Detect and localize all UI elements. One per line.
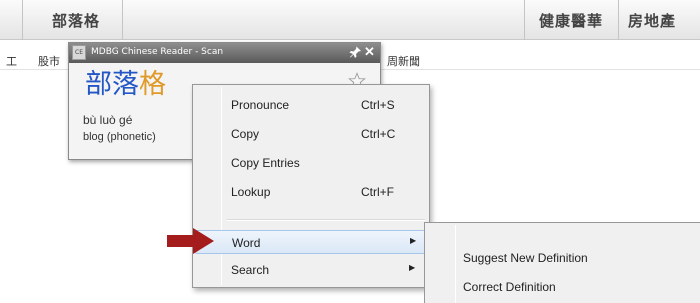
menu-item-word[interactable]: Word ▶ bbox=[195, 230, 427, 254]
menu-item-shortcut: Ctrl+F bbox=[361, 185, 394, 199]
pin-icon[interactable] bbox=[349, 46, 362, 59]
popup-title: MDBG Chinese Reader - Scan bbox=[91, 47, 224, 57]
red-arrow-icon bbox=[167, 228, 214, 254]
menu-item-label: Search bbox=[231, 263, 270, 277]
pinyin-text: bù luò gé bbox=[83, 113, 133, 127]
definition-text: blog (phonetic) bbox=[83, 131, 156, 143]
context-menu: Pronounce Ctrl+S Copy Ctrl+C Copy Entrie… bbox=[192, 84, 430, 288]
menu-item-label: Copy Entries bbox=[231, 156, 300, 170]
submenu-arrow-icon: ▶ bbox=[410, 236, 417, 245]
submenu-item-correct-definition[interactable]: Correct Definition bbox=[463, 280, 556, 294]
menu-item-label: Pronounce bbox=[231, 98, 290, 112]
nav-link-stock[interactable]: 股市 bbox=[38, 53, 60, 69]
menu-item-label: Copy bbox=[231, 127, 260, 141]
close-icon[interactable]: ✕ bbox=[363, 45, 376, 58]
submenu-item-suggest-definition[interactable]: Suggest New Definition bbox=[463, 251, 588, 265]
menu-item-label: Word bbox=[232, 236, 261, 250]
nav-link-fragment[interactable]: 工 bbox=[6, 53, 17, 69]
headword-part-blue: 部落 bbox=[85, 69, 139, 100]
popup-title-bar[interactable]: CE MDBG Chinese Reader - Scan ✕ bbox=[69, 43, 380, 63]
menu-item-pronounce[interactable]: Pronounce Ctrl+S bbox=[195, 93, 427, 117]
submenu-arrow-icon: ▶ bbox=[409, 263, 416, 272]
tab-blog[interactable]: 部落格 bbox=[32, 4, 120, 36]
tab-real-estate[interactable]: 房地產 bbox=[620, 4, 700, 36]
mdbg-logo-icon: CE bbox=[72, 45, 86, 60]
menu-item-label: Lookup bbox=[231, 185, 271, 199]
menu-item-shortcut: Ctrl+C bbox=[361, 127, 396, 141]
tab-divider bbox=[524, 0, 525, 40]
tab-health[interactable]: 健康醫華 bbox=[526, 4, 616, 36]
submenu-icon-gutter bbox=[455, 225, 456, 303]
menu-item-search[interactable]: Search ▶ bbox=[195, 258, 427, 282]
nav-link-news[interactable]: 周新聞 bbox=[387, 53, 420, 69]
menu-item-lookup[interactable]: Lookup Ctrl+F bbox=[195, 180, 427, 204]
menu-item-copy[interactable]: Copy Ctrl+C bbox=[195, 122, 427, 146]
menu-separator bbox=[227, 219, 425, 221]
tab-divider bbox=[22, 0, 23, 40]
menu-item-copy-entries[interactable]: Copy Entries bbox=[195, 151, 427, 175]
tab-divider bbox=[122, 0, 123, 40]
menu-item-shortcut: Ctrl+S bbox=[361, 98, 395, 112]
word-submenu: Suggest New Definition Correct Definitio… bbox=[424, 222, 700, 303]
page-tab-bar: 部落格 健康醫華 房地產 bbox=[0, 0, 700, 40]
headword-part-orange: 格 bbox=[139, 69, 166, 100]
tab-divider bbox=[618, 0, 619, 40]
headword-hanzi: 部落格 bbox=[85, 69, 166, 101]
